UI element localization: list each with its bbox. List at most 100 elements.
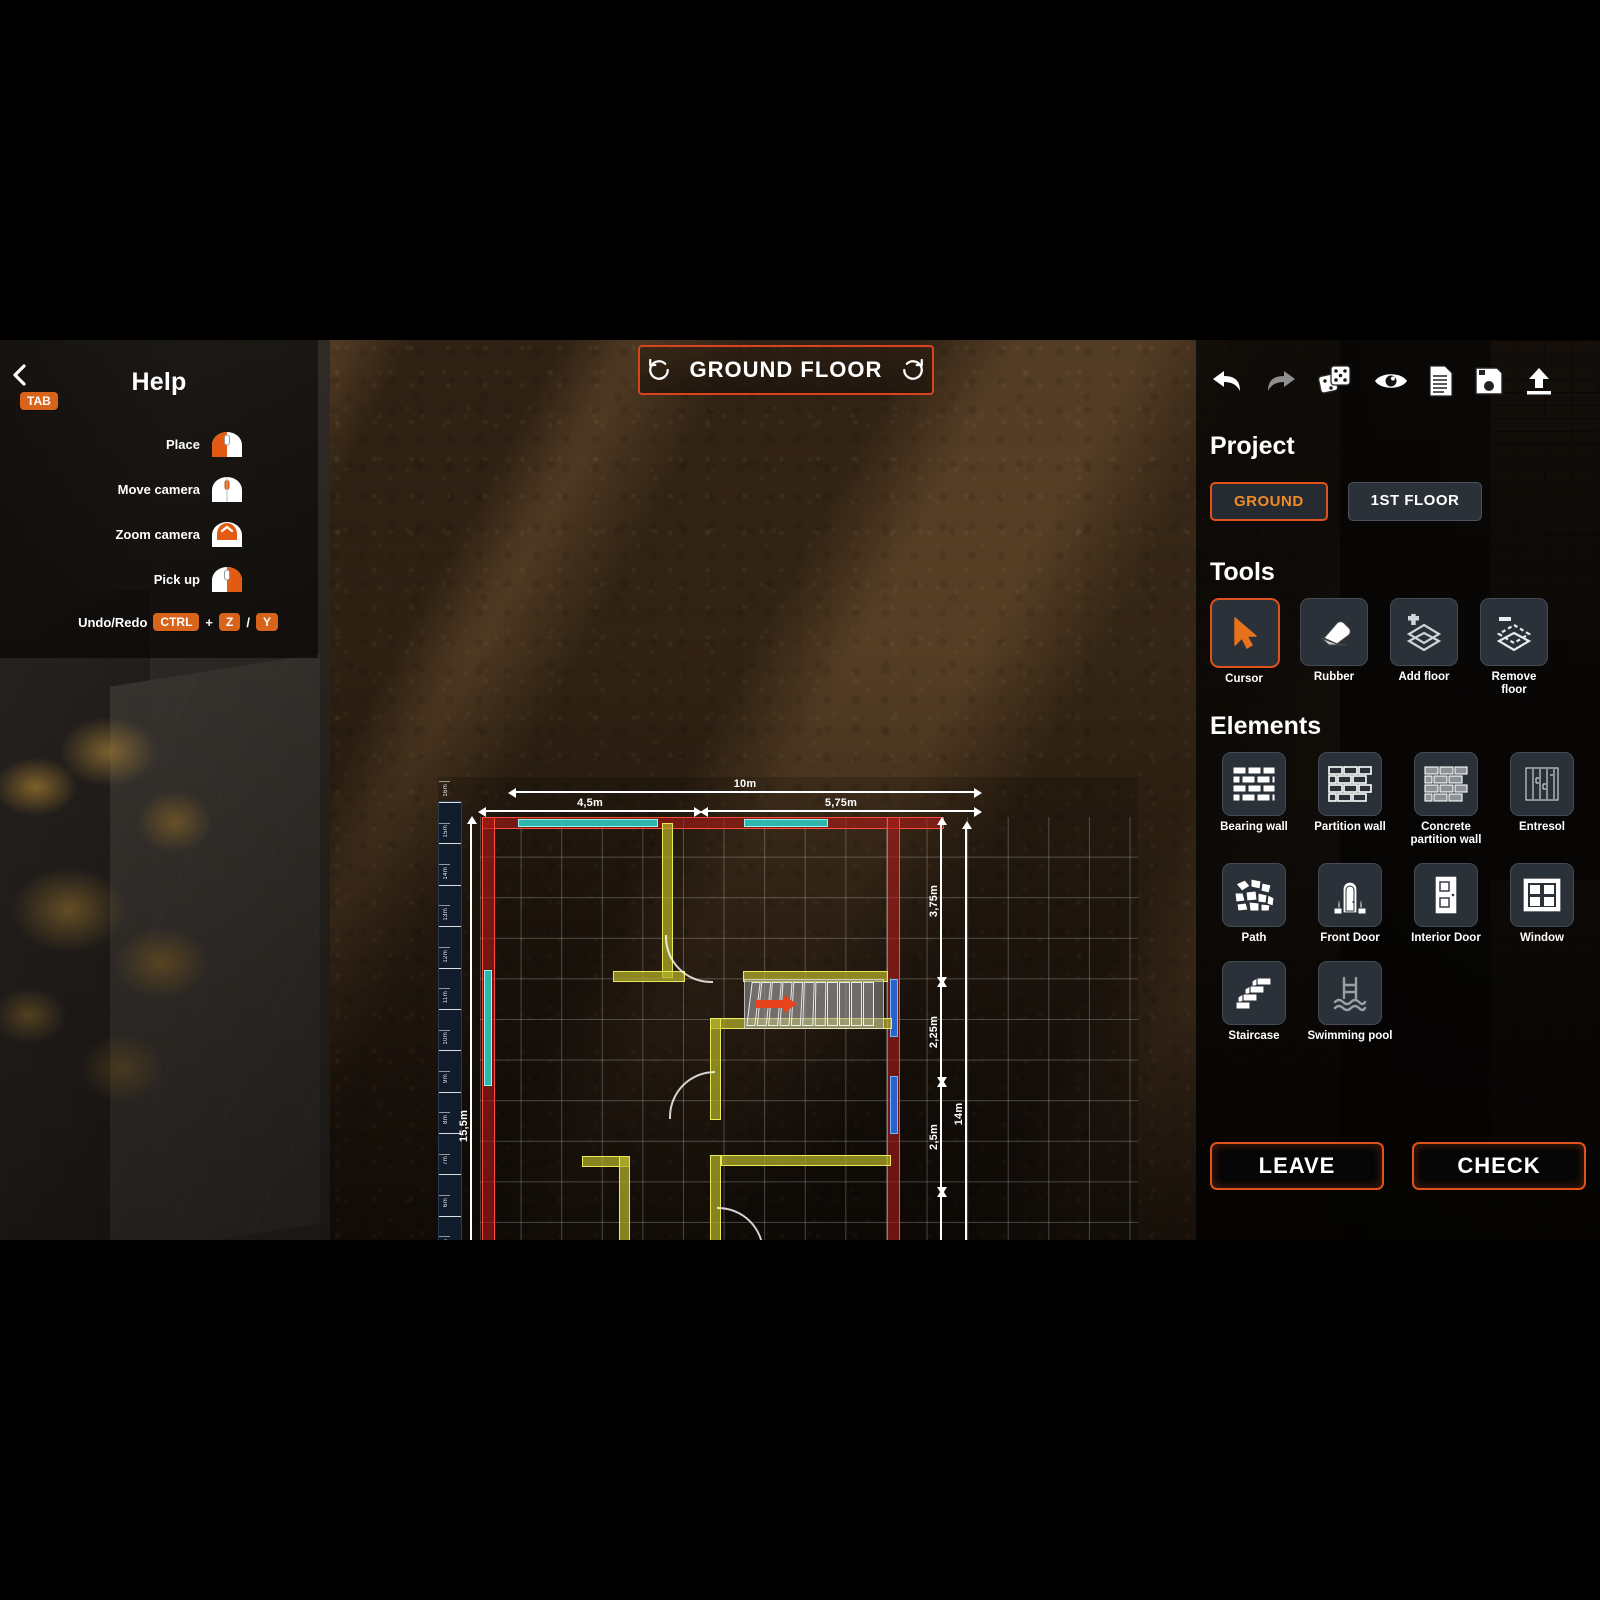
redo-icon[interactable] <box>1264 362 1298 400</box>
remove-floor-icon <box>1480 598 1548 666</box>
leave-button[interactable]: LEAVE <box>1210 1142 1384 1190</box>
dimension-top-overall: 10m <box>508 778 982 798</box>
window-top-left[interactable] <box>518 819 658 827</box>
tool-add-floor[interactable]: Add floor <box>1390 598 1458 697</box>
undo-icon[interactable] <box>1210 362 1244 400</box>
ruler-tick <box>439 1050 461 1052</box>
mouse-left-click-icon <box>210 431 244 458</box>
dimension-right-seg-3: 2,5m <box>928 1079 947 1195</box>
path-icon <box>1222 862 1286 927</box>
element-bearing-wall[interactable]: Bearing wall <box>1210 752 1298 847</box>
element-label: Entresol <box>1518 821 1565 833</box>
save-icon[interactable] <box>1474 362 1504 400</box>
partition-wall-icon <box>1318 752 1382 816</box>
help-row-pick-up: Pick up <box>0 557 318 602</box>
floor-header: GROUND FLOOR <box>638 345 934 395</box>
rotate-right-icon[interactable] <box>898 355 928 385</box>
dice-icon[interactable] <box>1318 362 1354 400</box>
dimension-label: 10m <box>733 778 757 790</box>
element-interior-door[interactable]: Interior Door <box>1402 862 1490 945</box>
help-title: Help <box>131 368 187 396</box>
tool-remove-floor[interactable]: Remove floor <box>1480 598 1548 697</box>
element-entresol[interactable]: Entresol <box>1498 752 1586 847</box>
mouse-middle-click-icon <box>210 476 244 503</box>
element-staircase[interactable]: Staircase <box>1210 960 1298 1043</box>
key-z: Z <box>219 613 241 631</box>
slash-sign: / <box>246 614 250 630</box>
ruler-tick-minor <box>439 1070 450 1072</box>
ruler-tick <box>439 802 461 803</box>
element-concrete-partition-wall[interactable]: Concrete partition wall <box>1402 752 1490 847</box>
element-partition-wall[interactable]: Partition wall <box>1306 752 1394 847</box>
document-icon[interactable] <box>1428 362 1454 400</box>
element-label: Bearing wall <box>1220 821 1288 833</box>
dimension-left-overall: 15,5m <box>458 816 477 1240</box>
floor-button-1st[interactable]: 1ST FLOOR <box>1347 482 1483 521</box>
check-button[interactable]: CHECK <box>1412 1142 1586 1190</box>
partition-wall-horizontal-left[interactable] <box>613 971 685 982</box>
ruler-label: 15m <box>443 825 449 838</box>
element-swimming-pool[interactable]: Swimming pool <box>1306 960 1394 1043</box>
ruler-tick-minor <box>439 864 450 866</box>
ruler-tick-minor <box>439 1153 450 1155</box>
key-y: Y <box>255 613 278 631</box>
partition-wall-left-vertical[interactable] <box>619 1156 630 1240</box>
dimension-right-seg-2: 2,25m <box>928 979 947 1085</box>
staircase[interactable] <box>744 979 884 1029</box>
dimension-right-overall: 14m <box>953 821 972 1240</box>
ruler-tick-minor <box>439 822 450 824</box>
upload-icon[interactable] <box>1524 362 1554 400</box>
bearing-wall-icon <box>1222 752 1286 816</box>
ruler-vertical: 0m1m2m3m4m5m6m7m8m9m10m11m12m13m14m15m16… <box>438 781 462 1240</box>
ruler-tick <box>439 843 461 845</box>
help-row-move-camera: Move camera <box>0 467 318 512</box>
ruler-label: 7m <box>443 1156 449 1166</box>
floor-button-ground[interactable]: GROUND <box>1210 482 1328 521</box>
ruler-tick-minor <box>439 1236 450 1238</box>
element-label: Interior Door <box>1411 931 1481 944</box>
dimension-top-left: 4,5m <box>478 797 702 817</box>
ruler-tick-minor <box>439 1112 450 1114</box>
window-top-right[interactable] <box>744 819 828 827</box>
floor-title: GROUND FLOOR <box>689 357 883 382</box>
window-left-upper[interactable] <box>484 970 492 1086</box>
tree-foliage <box>0 690 300 1130</box>
element-window[interactable]: Window <box>1498 862 1586 945</box>
help-label: Move camera <box>117 482 200 497</box>
rotate-left-icon[interactable] <box>644 355 674 385</box>
help-row-zoom-camera: Zoom camera <box>0 512 318 557</box>
elements-grid: Bearing wall Partition wall Concrete par… <box>1210 752 1586 1043</box>
window-right-lower[interactable] <box>890 1076 898 1134</box>
dimension-label: 14m <box>953 1102 965 1126</box>
tools-grid: Cursor Rubber Add floor Remove floor <box>1210 598 1548 697</box>
ruler-tick <box>439 884 461 886</box>
concrete-partition-wall-icon <box>1414 752 1478 816</box>
tool-rubber[interactable]: Rubber <box>1300 598 1368 697</box>
ruler-label: 11m <box>443 990 449 1004</box>
dimension-label: 5,75m <box>824 797 858 809</box>
dimension-label: 3,75m <box>928 884 940 918</box>
element-path[interactable]: Path <box>1210 862 1298 945</box>
front-door-icon <box>1318 862 1382 927</box>
tool-label: Cursor <box>1225 673 1263 685</box>
help-rows: Place Move camera Zoom camera Pick up Un… <box>0 422 318 642</box>
tools-title: Tools <box>1210 558 1275 586</box>
plus-sign: + <box>205 614 214 630</box>
ruler-label: 10m <box>443 1032 449 1045</box>
ruler-tick-minor <box>439 988 450 990</box>
floor-plan-canvas[interactable]: 0m1m2m3m4m5m6m7m8m9m10m11m12m13m14m15m16… <box>438 777 1138 1240</box>
help-row-place: Place <box>0 422 318 467</box>
element-label: Staircase <box>1228 1029 1280 1042</box>
help-panel: TAB Help Place Move camera Zoom camera P… <box>0 340 318 658</box>
dimension-right-seg-1: 3,75m <box>928 817 947 985</box>
tool-cursor[interactable]: Cursor <box>1210 598 1280 697</box>
help-label: Place <box>166 437 200 452</box>
top-toolbar <box>1210 358 1551 404</box>
eraser-icon <box>1300 598 1368 666</box>
element-front-door[interactable]: Front Door <box>1306 862 1394 945</box>
help-label: Undo/Redo <box>78 614 148 630</box>
partition-wall-lower-horizontal[interactable] <box>721 1155 891 1166</box>
eye-icon[interactable] <box>1374 362 1408 400</box>
mouse-right-click-icon <box>210 566 244 593</box>
ruler-tick <box>439 1174 461 1176</box>
